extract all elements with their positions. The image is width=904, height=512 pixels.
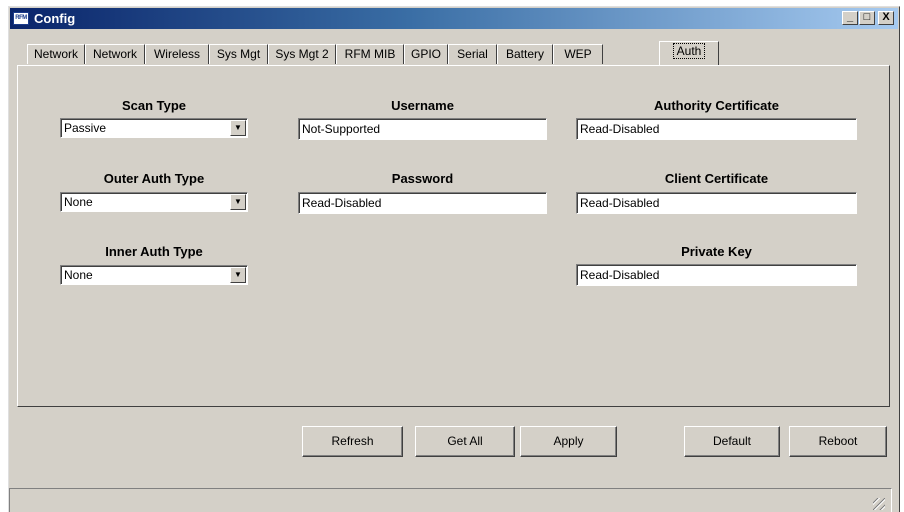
tab-serial[interactable]: Serial <box>448 44 497 64</box>
client-certificate-value: Read-Disabled <box>580 196 660 210</box>
inner-auth-type-dropdown[interactable]: None ▼ <box>60 265 248 285</box>
authority-certificate-value: Read-Disabled <box>580 122 660 136</box>
tab-battery[interactable]: Battery <box>497 44 553 64</box>
status-bar <box>9 488 892 512</box>
outer-auth-type-dropdown[interactable]: None ▼ <box>60 192 248 212</box>
username-label: Username <box>391 98 454 113</box>
close-button[interactable]: X <box>878 11 894 25</box>
tab-gpio[interactable]: GPIO <box>404 44 448 64</box>
password-value: Read-Disabled <box>302 196 382 210</box>
tab-sys-mgt-2[interactable]: Sys Mgt 2 <box>268 44 336 64</box>
maximize-button[interactable]: □ <box>859 11 875 25</box>
outer-auth-type-label: Outer Auth Type <box>103 171 205 186</box>
reboot-button[interactable]: Reboot <box>789 426 887 457</box>
scan-type-value: Passive <box>64 121 107 135</box>
inner-auth-type-label: Inner Auth Type <box>105 244 203 259</box>
scan-type-dropdown[interactable]: Passive ▼ <box>60 118 248 138</box>
outer-auth-type-value: None <box>64 195 93 209</box>
private-key-field[interactable]: Read-Disabled <box>576 264 857 286</box>
title-bar[interactable]: RFM Config _ □ X <box>10 8 898 29</box>
client-certificate-label: Client Certificate <box>664 171 769 186</box>
get-all-button[interactable]: Get All <box>415 426 515 457</box>
tab-wireless[interactable]: Wireless <box>145 44 209 64</box>
username-value: Not-Supported <box>302 122 381 136</box>
tab-wep[interactable]: WEP <box>553 44 603 64</box>
tab-auth[interactable]: Auth <box>659 41 719 65</box>
window-title: Config <box>34 11 76 26</box>
chevron-down-icon[interactable]: ▼ <box>230 120 246 136</box>
password-label: Password <box>391 171 454 186</box>
apply-button[interactable]: Apply <box>520 426 617 457</box>
private-key-label: Private Key <box>681 244 752 259</box>
authority-certificate-label: Authority Certificate <box>654 98 779 113</box>
refresh-button[interactable]: Refresh <box>302 426 403 457</box>
password-field[interactable]: Read-Disabled <box>298 192 547 214</box>
chevron-down-icon[interactable]: ▼ <box>230 194 246 210</box>
resize-grip-icon[interactable] <box>873 498 885 510</box>
client-certificate-field[interactable]: Read-Disabled <box>576 192 857 214</box>
tab-network-2[interactable]: Network <box>85 44 145 64</box>
tab-sys-mgt[interactable]: Sys Mgt <box>209 44 268 64</box>
tab-rfm-mib[interactable]: RFM MIB <box>336 44 404 64</box>
authority-certificate-field[interactable]: Read-Disabled <box>576 118 857 140</box>
chevron-down-icon[interactable]: ▼ <box>230 267 246 283</box>
minimize-button[interactable]: _ <box>842 11 858 25</box>
app-icon: RFM <box>13 12 29 25</box>
tab-network-1[interactable]: Network <box>27 44 85 64</box>
scan-type-label: Scan Type <box>121 98 187 113</box>
auth-panel <box>17 65 890 407</box>
username-field[interactable]: Not-Supported <box>298 118 547 140</box>
inner-auth-type-value: None <box>64 268 93 282</box>
private-key-value: Read-Disabled <box>580 268 660 282</box>
default-button[interactable]: Default <box>684 426 780 457</box>
